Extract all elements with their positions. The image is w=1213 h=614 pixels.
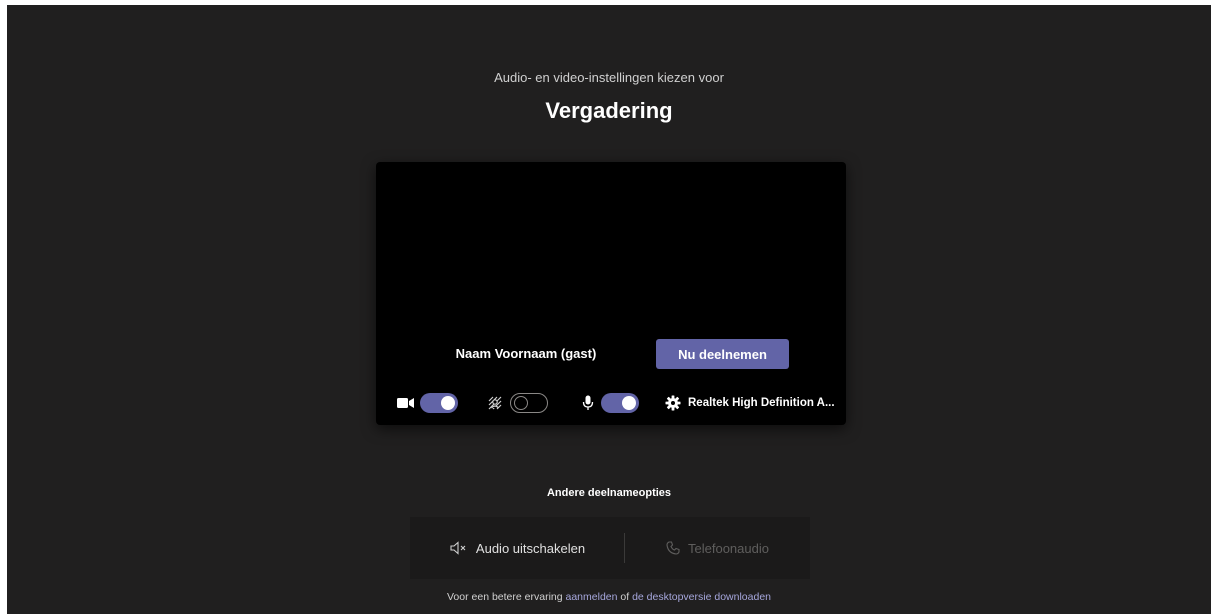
audio-off-option[interactable]: Audio uitschakelen: [410, 517, 625, 579]
footer-hint: Voor een betere ervaring aanmelden of de…: [7, 591, 1211, 603]
join-now-button[interactable]: Nu deelnemen: [656, 339, 789, 369]
gear-icon[interactable]: [664, 394, 682, 412]
phone-audio-option[interactable]: Telefoonaudio: [625, 517, 810, 579]
video-camera-icon: [396, 394, 414, 412]
other-join-options-title: Andere deelnameopties: [546, 487, 672, 499]
speaker-muted-icon: [450, 541, 468, 555]
toggle-knob: [441, 396, 455, 410]
toggle-knob: [514, 396, 528, 410]
meeting-title: Vergadering: [545, 98, 673, 123]
phone-icon: [666, 541, 680, 555]
microphone-icon: [579, 394, 597, 412]
audio-device-selector[interactable]: Realtek High Definition A...: [688, 394, 838, 412]
device-controls: Realtek High Definition A...: [376, 390, 846, 416]
footer-prefix: Voor een betere ervaring: [447, 591, 566, 603]
display-name-field[interactable]: Naam Voornaam (gast): [396, 338, 656, 368]
other-join-options: Audio uitschakelen Telefoonaudio: [410, 517, 810, 579]
toggle-knob: [622, 396, 636, 410]
sign-in-link[interactable]: aanmelden: [566, 591, 618, 603]
footer-middle: of: [617, 591, 633, 603]
video-preview: Naam Voornaam (gast) Nu deelnemen Realte…: [376, 162, 846, 425]
background-blur-icon: [486, 394, 504, 412]
audio-off-label: Audio uitschakelen: [475, 540, 586, 556]
phone-audio-label: Telefoonaudio: [688, 540, 769, 556]
page-subtitle: Audio- en video-instellingen kiezen voor: [494, 70, 724, 85]
download-desktop-link[interactable]: de desktopversie downloaden: [632, 591, 771, 603]
microphone-toggle[interactable]: [601, 393, 639, 413]
camera-toggle[interactable]: [420, 393, 458, 413]
meeting-prejoin-screen: Audio- en video-instellingen kiezen voor…: [7, 5, 1211, 614]
background-blur-toggle[interactable]: [510, 393, 548, 413]
